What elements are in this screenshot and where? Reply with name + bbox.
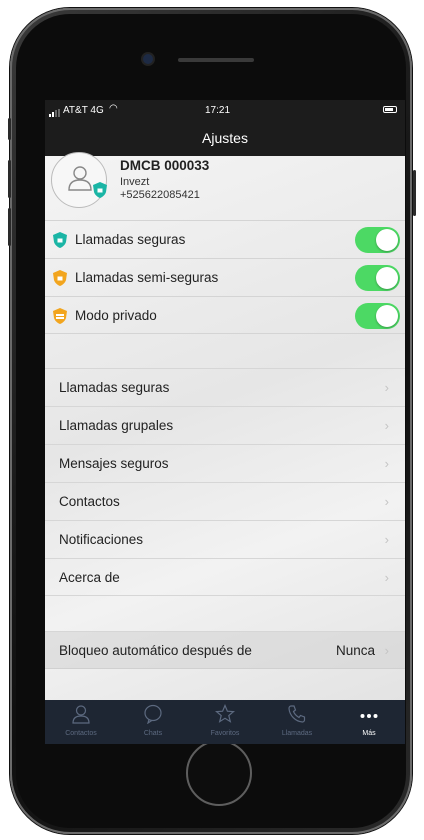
status-bar: AT&T 4G ◠ 17:21: [45, 100, 405, 120]
tab-chats[interactable]: Chats: [117, 700, 189, 744]
profile-name: DMCB 000033: [120, 158, 210, 173]
tab-bar: Contactos Chats Favoritos Llamadas Más: [45, 700, 405, 744]
volume-down-button: [8, 208, 11, 246]
contacts-icon: [72, 705, 90, 724]
tab-contacts[interactable]: Contactos: [45, 700, 117, 744]
chevron-right-icon: ›: [384, 380, 389, 395]
menu-item-label: Contactos: [59, 494, 120, 509]
chevron-right-icon: ›: [384, 570, 389, 585]
power-button: [413, 170, 416, 216]
settings-content: DMCB 000033 Invezt +525622085421 Llamada…: [45, 152, 405, 700]
mute-switch: [8, 118, 11, 140]
auto-lock-label: Bloqueo automático después de: [59, 643, 252, 658]
chevron-right-icon: ›: [384, 532, 389, 547]
navigation-bar: Ajustes: [45, 120, 405, 156]
screen: AT&T 4G ◠ 17:21 Ajustes DMCB 000033 Inve…: [45, 100, 405, 744]
menu-item-notifications[interactable]: Notificaciones ›: [45, 520, 405, 558]
menu-item-about[interactable]: Acerca de ›: [45, 558, 405, 596]
secure-calls-toggle[interactable]: [355, 227, 400, 253]
menu-item-group-calls[interactable]: Llamadas grupales ›: [45, 406, 405, 444]
auto-lock-row[interactable]: Bloqueo automático después de Nunca ›: [45, 631, 405, 669]
menu-item-label: Mensajes seguros: [59, 456, 169, 471]
profile-phone: +525622085421: [120, 189, 200, 201]
private-mode-shield-icon: [53, 308, 67, 324]
toggle-knob: [376, 229, 398, 251]
tab-more[interactable]: Más: [333, 700, 405, 744]
battery-icon: [383, 106, 397, 113]
private-mode-toggle[interactable]: [355, 303, 400, 329]
status-time: 17:21: [205, 105, 231, 116]
auto-lock-value: Nunca: [335, 643, 375, 658]
semi-secure-calls-toggle[interactable]: [355, 265, 400, 291]
home-button[interactable]: [186, 740, 252, 806]
carrier-label: AT&T 4G: [63, 105, 104, 116]
chevron-right-icon: ›: [384, 456, 389, 471]
menu-item-secure-messages[interactable]: Mensajes seguros ›: [45, 444, 405, 482]
toggle-row-private-mode: Modo privado: [45, 296, 405, 334]
profile-card[interactable]: DMCB 000033 Invezt +525622085421: [45, 152, 405, 224]
toggle-label: Modo privado: [75, 308, 157, 323]
toggle-row-secure-calls: Llamadas seguras: [45, 220, 405, 258]
chevron-right-icon: ›: [384, 643, 389, 658]
tab-favorites[interactable]: Favoritos: [189, 700, 261, 744]
tab-label: Más: [362, 730, 376, 737]
toggle-label: Llamadas seguras: [75, 232, 186, 247]
tab-calls[interactable]: Llamadas: [261, 700, 333, 744]
toggle-label: Llamadas semi-seguras: [75, 270, 219, 285]
menu-item-label: Acerca de: [59, 570, 120, 585]
tab-label: Favoritos: [210, 730, 240, 737]
menu-item-label: Llamadas grupales: [59, 418, 174, 433]
volume-up-button: [8, 160, 11, 198]
signal-icon: [49, 106, 61, 117]
chevron-right-icon: ›: [384, 418, 389, 433]
avatar: [51, 152, 107, 208]
toggle-knob: [376, 267, 398, 289]
tab-label: Chats: [143, 730, 163, 737]
earpiece-speaker: [178, 58, 254, 62]
chat-bubble-icon: [144, 704, 162, 724]
secure-shield-icon: [93, 182, 107, 198]
menu-item-label: Notificaciones: [59, 532, 144, 547]
semi-secure-shield-icon: [53, 270, 67, 286]
front-camera: [143, 54, 153, 64]
secure-shield-icon: [53, 232, 67, 248]
profile-organization: Invezt: [120, 176, 150, 188]
phone-icon: [288, 705, 306, 723]
star-icon: [215, 704, 235, 723]
wifi-icon: ◠: [109, 103, 118, 114]
toggle-row-semi-secure-calls: Llamadas semi-seguras: [45, 258, 405, 296]
more-icon: [360, 714, 378, 718]
page-title: Ajustes: [202, 130, 248, 146]
toggle-knob: [376, 305, 398, 327]
menu-item-secure-calls[interactable]: Llamadas seguras ›: [45, 368, 405, 406]
menu-item-contacts[interactable]: Contactos ›: [45, 482, 405, 520]
menu-item-label: Llamadas seguras: [59, 380, 170, 395]
tab-label: Contactos: [65, 730, 97, 737]
tab-label: Llamadas: [281, 730, 313, 737]
user-icon: [68, 166, 92, 191]
chevron-right-icon: ›: [384, 494, 389, 509]
